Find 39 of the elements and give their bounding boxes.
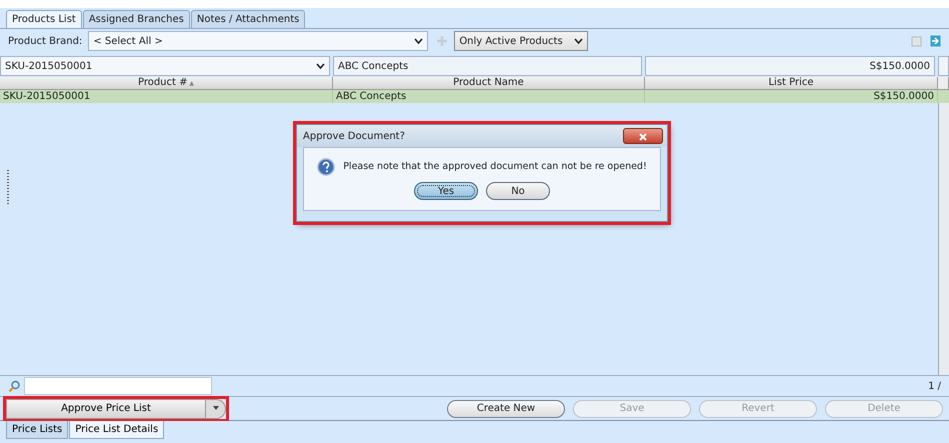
action-button[interactable]: Create New (447, 400, 565, 418)
scrollbar[interactable] (938, 103, 949, 375)
dialog-title: Approve Document? (303, 130, 405, 144)
table-cell: S$150.0000 (645, 90, 938, 103)
status-dropdown[interactable]: Only Active Products (454, 31, 588, 51)
caret-icon (212, 406, 218, 410)
filter-dropdown[interactable]: SKU-2015050001 (0, 56, 330, 76)
field-label: Product Brand: (8, 34, 82, 48)
page-indicator: 1 / (928, 380, 941, 394)
dialog-message: Please note that the approved document can not be re opened! (343, 160, 647, 174)
chevron-icon (574, 38, 584, 44)
column-chooser-button[interactable] (938, 56, 949, 76)
corner-button[interactable] (938, 77, 949, 90)
splitter-handle[interactable] (7, 170, 9, 206)
question-icon (317, 158, 336, 176)
search-icon (8, 380, 20, 392)
dialog-button[interactable]: Yes (414, 182, 478, 200)
tab[interactable]: Price Lists (6, 421, 68, 439)
brand-dropdown[interactable]: < Select All > (88, 31, 428, 51)
table-row[interactable]: SKU-2015050001 ABC Concepts S$150.0000 (0, 90, 949, 103)
chevron-icon (414, 38, 424, 44)
search-field[interactable] (24, 377, 212, 395)
close-button[interactable] (623, 128, 663, 144)
tab[interactable]: Price List Details (69, 421, 164, 439)
filter-field[interactable]: ABC Concepts (333, 56, 642, 76)
chevron-icon (316, 63, 325, 69)
export-icon[interactable] (930, 35, 941, 47)
tab[interactable]: Products List (6, 10, 82, 28)
table-cell: SKU-2015050001 (0, 90, 333, 103)
dialog-button[interactable]: No (486, 182, 550, 200)
close-icon (639, 133, 647, 142)
table-cell: ABC Concepts (333, 90, 645, 103)
column-header[interactable]: Product Name (333, 77, 645, 90)
plus-icon[interactable] (436, 35, 448, 47)
tab[interactable]: Assigned Branches (82, 10, 190, 28)
column-header[interactable]: List Price (645, 77, 938, 90)
tab[interactable]: Notes / Attachments (190, 10, 306, 28)
document-icon[interactable] (911, 36, 922, 46)
filter-field[interactable]: S$150.0000 (645, 56, 935, 76)
